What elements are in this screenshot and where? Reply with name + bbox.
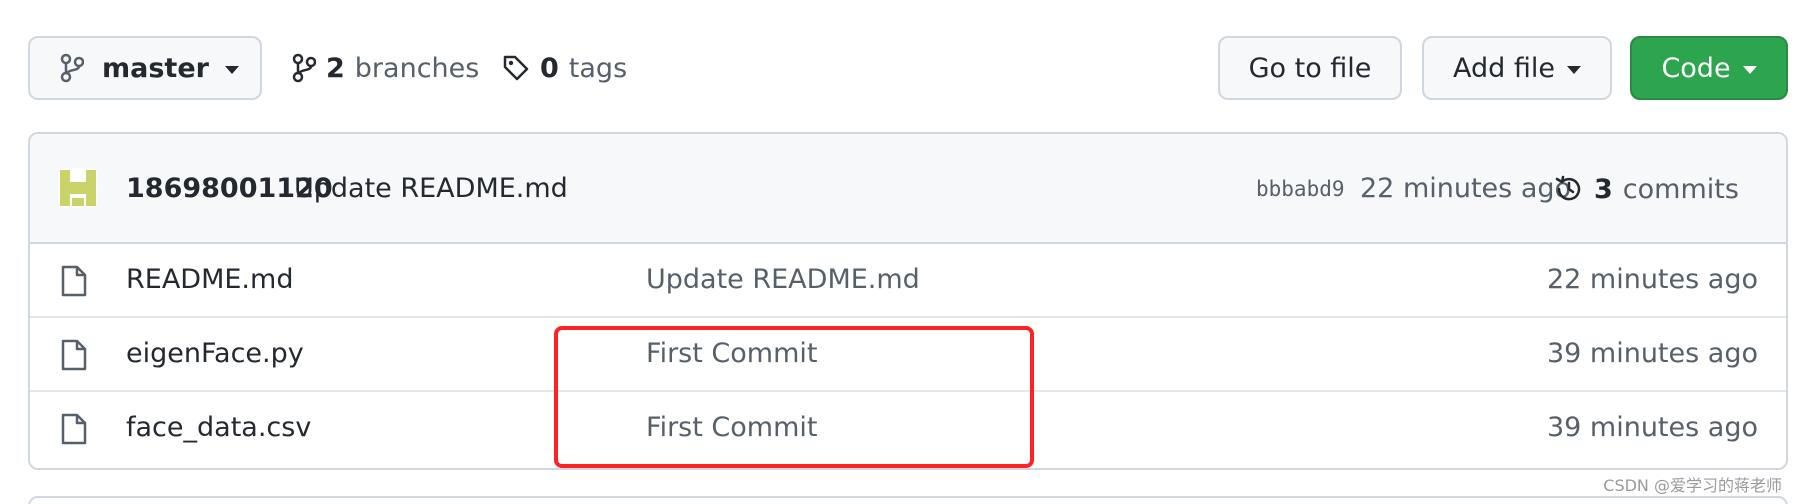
commits-label: commits [1622,173,1739,205]
git-branch-icon [292,53,316,83]
git-branch-icon [60,53,84,83]
tags-count: 0 [540,52,559,84]
file-icon [60,264,88,298]
file-name[interactable]: README.md [126,244,293,316]
code-button[interactable]: Code [1630,36,1788,100]
tags-label: tags [568,52,628,84]
branches-link[interactable]: 2 branches [292,36,479,100]
file-commit-message[interactable]: First Commit [646,318,817,390]
commit-time: 22 minutes ago [1360,173,1572,204]
file-row[interactable]: README.md Update README.md 22 minutes ag… [30,244,1786,318]
readme-box-edge [28,496,1788,504]
file-commit-time: 22 minutes ago [1546,264,1758,295]
file-icon [60,412,88,446]
chevron-down-icon [224,66,239,74]
code-label: Code [1661,52,1731,84]
file-list-box: 18698001120 Update README.md bbbabd9 22 … [28,132,1788,470]
commit-message[interactable]: Update README.md [294,168,568,210]
avatar[interactable] [58,168,98,208]
chevron-down-icon [1742,66,1757,74]
file-icon [60,338,88,372]
latest-commit-bar: 18698001120 Update README.md bbbabd9 22 … [30,134,1786,244]
file-row[interactable]: eigenFace.py First Commit 39 minutes ago [30,318,1786,392]
file-name[interactable]: face_data.csv [126,392,311,464]
file-commit-time: 39 minutes ago [1546,338,1758,369]
go-to-file-label: Go to file [1248,52,1372,84]
file-row[interactable]: face_data.csv First Commit 39 minutes ag… [30,392,1786,466]
history-icon [1554,174,1584,204]
file-commit-message[interactable]: Update README.md [646,244,920,316]
file-commit-time: 39 minutes ago [1546,412,1758,443]
add-file-label: Add file [1453,52,1555,84]
branches-label: branches [354,52,480,84]
commits-link[interactable]: 3 commits [1554,168,1739,210]
commits-count: 3 [1594,173,1613,205]
watermark: CSDN @爱学习的蒋老师 [1601,472,1784,496]
repo-file-browser: master 2 branches 0 tags Go to file Add … [0,0,1798,504]
add-file-button[interactable]: Add file [1422,36,1612,100]
file-commit-message[interactable]: First Commit [646,392,817,464]
tags-link[interactable]: 0 tags [502,36,627,100]
commit-sha[interactable]: bbbabd9 [1256,168,1345,210]
branch-select-button[interactable]: master [28,36,262,100]
go-to-file-button[interactable]: Go to file [1218,36,1402,100]
chevron-down-icon [1566,66,1581,74]
tag-icon [502,54,530,82]
branches-count: 2 [326,52,345,84]
repo-toolbar: master 2 branches 0 tags Go to file Add … [0,0,1798,110]
file-name[interactable]: eigenFace.py [126,318,304,390]
branch-name: master [102,52,209,84]
